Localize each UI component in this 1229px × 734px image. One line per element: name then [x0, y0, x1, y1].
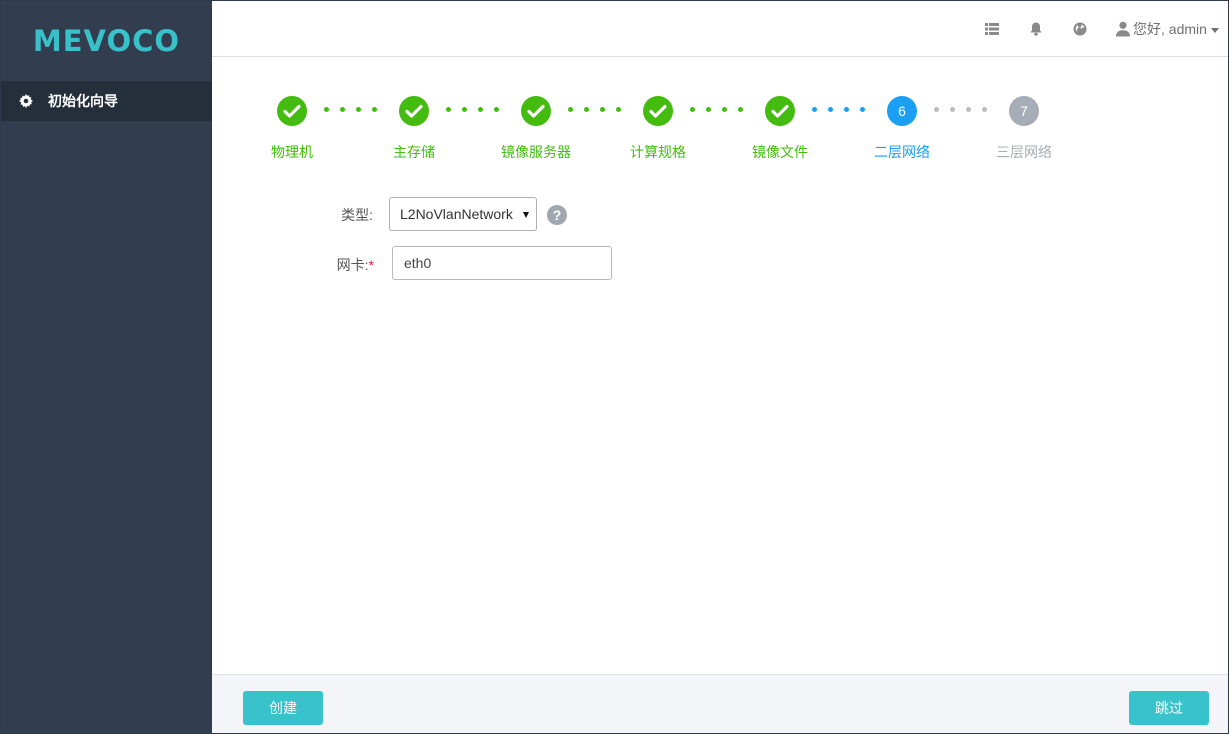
- step-5-label: 镜像文件: [752, 144, 808, 160]
- sidebar-item-init-wizard[interactable]: 初始化向导: [1, 81, 212, 121]
- step-3-circle: [521, 96, 551, 126]
- help-icon[interactable]: ?: [547, 205, 567, 225]
- user-menu[interactable]: 您好, admin: [1116, 19, 1219, 39]
- caret-down-icon: [523, 212, 529, 218]
- step-4-label: 计算规格: [630, 144, 686, 160]
- step-connector: [812, 107, 872, 113]
- step-4-circle: [643, 96, 673, 126]
- gear-icon: [19, 94, 33, 108]
- type-label: 类型:: [341, 207, 373, 223]
- type-select[interactable]: L2NoVlanNetwork: [389, 197, 537, 231]
- nic-input[interactable]: [392, 246, 612, 280]
- step-2-label: 主存储: [393, 144, 435, 160]
- check-icon: [649, 104, 667, 118]
- sidebar-item-label: 初始化向导: [48, 93, 118, 109]
- step-7-circle: 7: [1009, 96, 1039, 126]
- footer-bar: 创建 跳过: [212, 674, 1228, 733]
- step-6-circle: 6: [887, 96, 917, 126]
- skip-button[interactable]: 跳过: [1129, 691, 1209, 725]
- check-icon: [405, 104, 423, 118]
- step-6-label: 二层网络: [874, 144, 930, 160]
- step-2-circle: [399, 96, 429, 126]
- nic-label: 网卡:*: [300, 255, 374, 275]
- top-header: 您好, admin: [212, 1, 1228, 57]
- step-connector: [324, 107, 384, 113]
- logo-text: MEVOCO: [32, 24, 181, 58]
- check-icon: [283, 104, 301, 118]
- user-icon: [1116, 21, 1130, 37]
- step-1-circle: [277, 96, 307, 126]
- step-connector: [568, 107, 628, 113]
- step-connector: [690, 107, 750, 113]
- type-select-value: L2NoVlanNetwork: [400, 206, 513, 222]
- step-5-circle: [765, 96, 795, 126]
- step-3-label: 镜像服务器: [501, 144, 571, 160]
- user-greeting: 您好, admin: [1133, 21, 1207, 37]
- step-connector: [934, 107, 994, 113]
- logo: MEVOCO: [1, 1, 212, 81]
- step-1-label: 物理机: [271, 144, 313, 160]
- nic-label-text: 网卡:: [336, 257, 369, 273]
- step-connector: [446, 107, 506, 113]
- chevron-down-icon: [1210, 27, 1219, 33]
- check-icon: [527, 104, 545, 118]
- globe-icon[interactable]: [1072, 21, 1088, 37]
- check-icon: [771, 104, 789, 118]
- sidebar: MEVOCO 初始化向导: [1, 1, 212, 733]
- step-7-label: 三层网络: [996, 144, 1052, 160]
- bell-icon[interactable]: [1028, 21, 1044, 37]
- create-button[interactable]: 创建: [243, 691, 323, 725]
- required-mark: *: [368, 257, 374, 273]
- list-icon[interactable]: [984, 21, 1000, 37]
